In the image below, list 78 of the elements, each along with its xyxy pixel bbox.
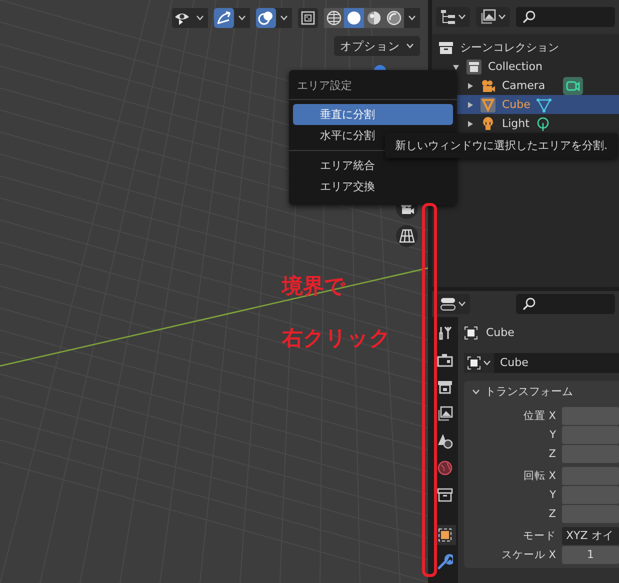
menu-item[interactable]: エリア交換 xyxy=(293,176,453,197)
header-toggle[interactable] xyxy=(172,8,192,28)
object-square-icon xyxy=(467,356,481,370)
collapsed-triangle-icon[interactable] xyxy=(466,82,474,90)
outliner-label: Collection xyxy=(488,60,542,73)
header-toggle[interactable] xyxy=(214,8,234,28)
search-icon xyxy=(522,297,536,311)
chevron-down-icon xyxy=(280,15,288,21)
outliner-label: シーンコレクション xyxy=(460,40,559,55)
header-toggle[interactable] xyxy=(256,8,276,28)
number-field[interactable] xyxy=(562,505,619,523)
mode-dropdown[interactable]: XYZ オイ xyxy=(562,527,619,545)
grid-view-button[interactable] xyxy=(396,225,418,247)
collection-box-icon xyxy=(438,40,454,56)
field-label: Z xyxy=(548,447,556,461)
field-label: スケール X xyxy=(500,548,556,562)
chevron-down-icon xyxy=(196,15,204,21)
collapsed-triangle-icon[interactable] xyxy=(466,120,474,128)
chevron-down-icon xyxy=(498,14,506,20)
expanded-triangle-icon[interactable] xyxy=(452,62,460,70)
object-name: Cube xyxy=(486,326,514,340)
number-field[interactable] xyxy=(562,407,619,425)
menu-item[interactable]: エリア統合 xyxy=(293,155,453,176)
gizmo-arrows-icon xyxy=(216,10,232,26)
chevron-down-icon xyxy=(458,301,466,307)
chevron-down-icon xyxy=(238,15,246,21)
mesh-data-icon[interactable] xyxy=(536,96,552,112)
grid-icon xyxy=(399,228,415,244)
chevron-down-icon xyxy=(483,360,491,366)
outliner-label: Cube xyxy=(502,98,530,111)
search-field[interactable] xyxy=(516,7,615,27)
collapsed-triangle-icon[interactable] xyxy=(466,100,474,108)
chevron-down-icon xyxy=(406,43,414,49)
field-label: Y xyxy=(548,428,556,442)
chevron-down-icon xyxy=(458,14,466,20)
datablock-dropdown[interactable] xyxy=(464,353,494,373)
light-data-icon[interactable] xyxy=(535,116,552,132)
xray-square-icon xyxy=(300,10,316,26)
bulb-icon xyxy=(480,116,496,132)
field-label: Y xyxy=(548,488,556,502)
field-label: Z xyxy=(548,507,556,521)
name-field[interactable]: Cube xyxy=(494,353,619,373)
outliner-row[interactable]: シーンコレクション xyxy=(432,38,619,57)
chevron-down-icon xyxy=(408,15,416,21)
menu-item[interactable]: 垂直に分割 xyxy=(293,104,453,125)
image-stack-icon xyxy=(480,9,496,25)
number-field[interactable]: 1 xyxy=(562,546,619,564)
number-field[interactable] xyxy=(562,467,619,485)
toggle-icon xyxy=(440,296,456,312)
outliner-tree-icon xyxy=(440,9,456,25)
camera-icon xyxy=(480,78,496,94)
number-field[interactable] xyxy=(562,445,619,463)
search-icon xyxy=(522,10,536,24)
number-field[interactable] xyxy=(562,486,619,504)
tooltip: 新しいウィンドウに選択したエリアを分割. xyxy=(385,133,618,158)
filter-dropdown[interactable] xyxy=(476,7,510,27)
field-label: 回転 X xyxy=(522,469,556,483)
options-dropdown[interactable]: オプション xyxy=(334,36,420,56)
field-label: モード xyxy=(522,529,556,543)
display-mode-dropdown[interactable] xyxy=(436,7,470,27)
outliner-label: Light xyxy=(502,117,530,130)
overlapping-circles-icon xyxy=(258,10,274,26)
object-square-icon xyxy=(464,326,478,340)
chevron-down-icon xyxy=(472,389,480,395)
triangle-icon xyxy=(480,96,496,112)
search-field[interactable] xyxy=(516,294,615,314)
field-label: 位置 X xyxy=(522,409,556,423)
menu-title: エリア設定 xyxy=(296,78,353,94)
editor-type-dropdown[interactable] xyxy=(436,294,470,314)
outliner-row[interactable]: Collection xyxy=(432,57,619,76)
number-field[interactable] xyxy=(562,426,619,444)
outliner-row[interactable]: Camera xyxy=(432,76,619,95)
collection-box-icon xyxy=(466,58,482,74)
outliner-label: Camera xyxy=(502,79,546,92)
panel-header[interactable]: トランスフォーム xyxy=(464,381,579,403)
camera-data-icon[interactable] xyxy=(563,76,584,94)
header-toggle[interactable] xyxy=(298,8,318,28)
annotation-text: 右クリック xyxy=(282,325,391,352)
